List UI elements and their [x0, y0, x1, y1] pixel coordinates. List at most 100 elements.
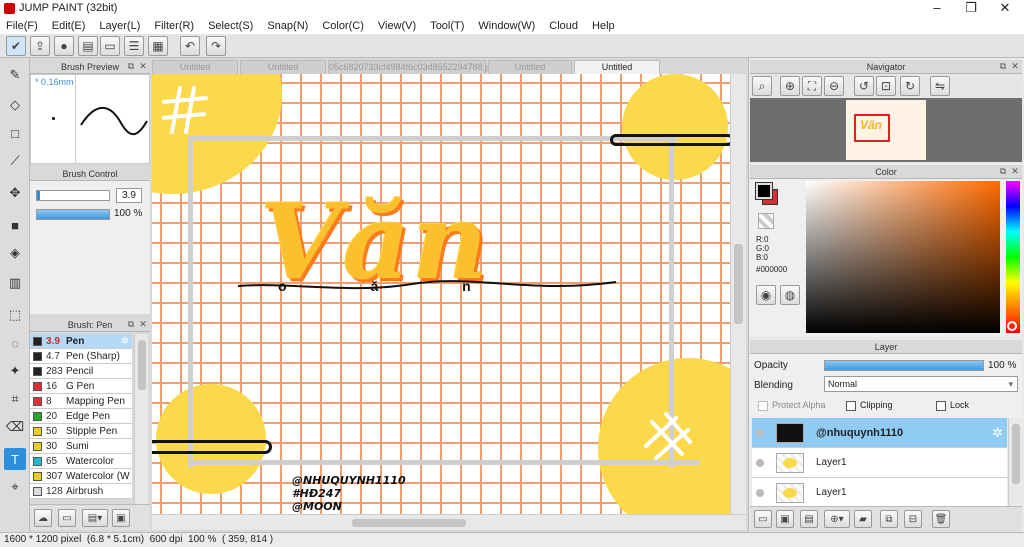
close-icon[interactable]: ✕	[1010, 61, 1020, 72]
foreground-color-swatch[interactable]	[755, 182, 773, 200]
close-icon[interactable]: ✕	[1010, 166, 1020, 177]
message-icon[interactable]: ▤	[78, 36, 98, 56]
menu-filter[interactable]: Filter(R)	[154, 20, 194, 32]
brush-item[interactable]: 8 Mapping Pen	[30, 394, 132, 409]
visibility-icon[interactable]	[756, 428, 764, 437]
brush-size-slider[interactable]	[36, 190, 110, 201]
brush-list-scrollbar[interactable]	[134, 334, 148, 504]
rotate-right-icon[interactable]: ↻	[900, 76, 920, 96]
trash-icon[interactable]: 🗑	[932, 510, 950, 528]
brush-item[interactable]: 30 Sumi	[30, 439, 132, 454]
layer-opacity-slider[interactable]	[824, 360, 984, 371]
brush-size-input[interactable]: 3.9	[116, 188, 142, 203]
add-brush-cloud-icon[interactable]: ☁	[34, 509, 52, 527]
undo-icon[interactable]: ↶	[180, 36, 200, 56]
layer-settings-icon[interactable]: ✲	[992, 425, 1003, 441]
comment-icon[interactable]: ●	[54, 36, 74, 56]
menu-help[interactable]: Help	[592, 20, 615, 32]
menu-edit[interactable]: Edit(E)	[52, 20, 86, 32]
tab-untitled-2[interactable]: Untitled	[240, 60, 326, 74]
minimize-button[interactable]: –	[920, 0, 954, 17]
gradient-tool-icon[interactable]: ▥	[4, 272, 26, 294]
undock-icon[interactable]: ⧉	[126, 61, 136, 72]
folder-icon[interactable]: ▰	[854, 510, 872, 528]
eraser-tool-icon[interactable]: ◇	[4, 94, 26, 116]
layer-row[interactable]: Layer1	[752, 448, 1007, 478]
menu-tool[interactable]: Tool(T)	[430, 20, 464, 32]
saturation-value-picker[interactable]	[806, 181, 1000, 333]
canvas-vertical-scrollbar[interactable]	[730, 74, 746, 514]
fit-icon[interactable]: ⛶	[802, 76, 822, 96]
select-pen-tool-icon[interactable]: ⌗	[4, 388, 26, 410]
menu-view[interactable]: View(V)	[378, 20, 416, 32]
palette-add-icon[interactable]: ◍	[780, 285, 800, 305]
zoom-icon[interactable]: ⌕	[752, 76, 772, 96]
pen-tool-icon[interactable]: ✎	[4, 64, 26, 86]
line-tool-icon[interactable]: ⟋	[4, 150, 26, 172]
brush-item[interactable]: 307 Watercolor (W	[30, 469, 132, 484]
brush-item[interactable]: 65 Watercolor	[30, 454, 132, 469]
tab-untitled-3[interactable]: Untitled	[488, 60, 572, 74]
undock-icon[interactable]: ⧉	[998, 61, 1008, 72]
brush-opacity-slider[interactable]	[36, 209, 110, 220]
flip-icon[interactable]: ⇋	[930, 76, 950, 96]
new-layer-icon[interactable]: ▭	[754, 510, 772, 528]
bucket-tool-icon[interactable]: ◈	[4, 242, 26, 264]
merge-layer-icon[interactable]: ⊟	[904, 510, 922, 528]
rectangle-tool-icon[interactable]: □	[4, 122, 26, 144]
protect-alpha-checkbox[interactable]	[758, 400, 768, 411]
close-icon[interactable]: ✕	[138, 61, 148, 72]
canvas-horizontal-scrollbar[interactable]	[152, 514, 746, 530]
hue-slider[interactable]	[1006, 181, 1020, 333]
lasso-tool-icon[interactable]: ◌	[4, 332, 26, 354]
close-button[interactable]: ✕	[988, 0, 1022, 17]
palette-icon[interactable]: ◉	[756, 285, 776, 305]
menu-window[interactable]: Window(W)	[478, 20, 535, 32]
visibility-icon[interactable]	[756, 458, 764, 467]
brush-item[interactable]: 50 Stipple Pen	[30, 424, 132, 439]
grid-icon[interactable]: ▦	[148, 36, 168, 56]
select-eraser-tool-icon[interactable]: ⌫	[4, 416, 26, 438]
navigator-view[interactable]: Văn	[750, 98, 1022, 162]
brush-settings-icon[interactable]: ✲	[121, 336, 129, 347]
select-rect-tool-icon[interactable]: ⬚	[4, 304, 26, 326]
duplicate-layer-icon[interactable]: ⧉	[880, 510, 898, 528]
move-tool-icon[interactable]: ✥	[4, 182, 26, 204]
undock-icon[interactable]: ⧉	[998, 166, 1008, 177]
text-tool-icon[interactable]: T	[4, 448, 26, 470]
rotate-left-icon[interactable]: ↺	[854, 76, 874, 96]
clipping-toggle[interactable]: Clipping	[846, 400, 893, 411]
menu-snap[interactable]: Snap(N)	[267, 20, 308, 32]
eyedropper-tool-icon[interactable]: ⌖	[4, 476, 26, 498]
drawing-canvas[interactable]: Văn o ă n @NHUQUYNH1110 #HĐ247 @MOON	[152, 74, 730, 514]
cloud-check-icon[interactable]: ✔	[6, 36, 26, 56]
lock-toggle[interactable]: Lock	[936, 400, 969, 411]
menu-layer[interactable]: Layer(L)	[99, 20, 140, 32]
redo-icon[interactable]: ↷	[206, 36, 226, 56]
menu-cloud[interactable]: Cloud	[549, 20, 578, 32]
new-layer-copy-icon[interactable]: ▣	[776, 510, 794, 528]
brush-menu-icon[interactable]: ▤▾	[82, 509, 108, 527]
tab-jpg-file[interactable]: 05c6820733cf4984f6c03d8552294788.jpg	[328, 60, 497, 74]
close-icon[interactable]: ✕	[138, 319, 148, 330]
menu-file[interactable]: File(F)	[6, 20, 38, 32]
transparent-swatch[interactable]	[758, 213, 774, 229]
clipping-checkbox[interactable]	[846, 400, 856, 411]
brush-item[interactable]: 128 Airbrush	[30, 484, 132, 499]
protect-alpha-toggle[interactable]: Protect Alpha	[758, 400, 826, 411]
zoom-in-icon[interactable]: ⊕	[780, 76, 800, 96]
menu-select[interactable]: Select(S)	[208, 20, 253, 32]
reset-view-icon[interactable]: ⊡	[876, 76, 896, 96]
magic-wand-tool-icon[interactable]: ✦	[4, 360, 26, 382]
fill-rect-tool-icon[interactable]: ■	[4, 214, 26, 236]
brush-item[interactable]: 16 G Pen	[30, 379, 132, 394]
list-icon[interactable]: ☰	[124, 36, 144, 56]
brush-settings-icon[interactable]: ▣	[112, 509, 130, 527]
new-raster-icon[interactable]: ▤	[800, 510, 818, 528]
visibility-icon[interactable]	[756, 488, 764, 497]
undock-icon[interactable]: ⧉	[126, 319, 136, 330]
brush-item[interactable]: 3.9 Pen ✲	[30, 334, 132, 349]
layer-row[interactable]: Layer1	[752, 478, 1007, 508]
share-icon[interactable]: ⇪	[30, 36, 50, 56]
tab-untitled-active[interactable]: Untitled	[574, 60, 660, 74]
